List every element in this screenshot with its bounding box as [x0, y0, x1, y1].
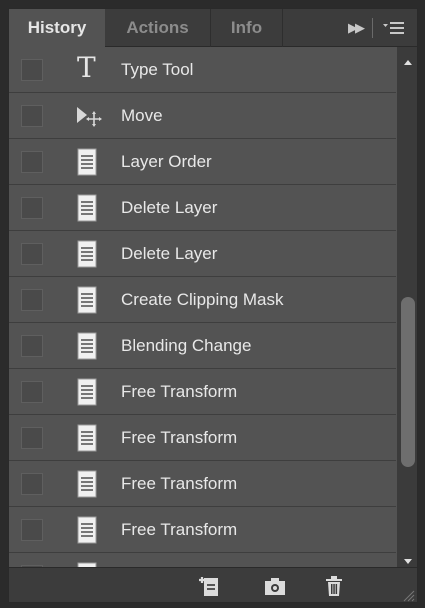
snapshot-source-checkbox[interactable]	[21, 473, 43, 495]
history-item-label: Blending Change	[121, 336, 252, 355]
resize-grip-icon[interactable]	[401, 588, 415, 602]
history-item-layer-order[interactable]: Layer Order	[9, 139, 396, 185]
new-document-icon[interactable]	[197, 574, 223, 598]
snapshot-icon[interactable]	[262, 574, 288, 598]
history-item-delete-layer[interactable]: Delete Layer	[9, 231, 396, 277]
history-state-icon	[69, 515, 105, 545]
history-item-free-transform[interactable]: Free Transform	[9, 415, 396, 461]
snapshot-source-checkbox[interactable]	[21, 427, 43, 449]
history-item-label: Outer Glow	[121, 553, 207, 567]
history-state-icon	[69, 423, 105, 453]
trash-icon[interactable]	[321, 574, 347, 598]
history-item-label: Free Transform	[121, 520, 238, 539]
history-item-label: Free Transform	[121, 474, 238, 493]
history-item-delete-layer[interactable]: Delete Layer	[9, 185, 396, 231]
snapshot-source-checkbox[interactable]	[21, 289, 43, 311]
snapshot-source-checkbox[interactable]	[21, 151, 43, 173]
history-item-create-clipping-mask[interactable]: Create Clipping Mask	[9, 277, 396, 323]
type-tool-icon: T	[77, 51, 96, 84]
history-state-icon	[69, 331, 105, 361]
snapshot-source-checkbox[interactable]	[21, 381, 43, 403]
history-item-label: Move	[121, 106, 163, 125]
snapshot-source-checkbox[interactable]	[21, 243, 43, 265]
history-item-free-transform[interactable]: Free Transform	[9, 461, 396, 507]
move-tool-icon	[69, 101, 105, 131]
panel-footer	[9, 567, 417, 602]
history-item-outer-glow[interactable]: Outer Glow	[9, 553, 396, 567]
tab-history[interactable]: History	[9, 9, 105, 48]
history-item-label: Free Transform	[121, 382, 238, 401]
history-item-free-transform[interactable]: Free Transform	[9, 369, 396, 415]
tab-info[interactable]: Info	[211, 9, 283, 47]
scroll-thumb[interactable]	[401, 297, 415, 467]
snapshot-source-checkbox[interactable]	[21, 519, 43, 541]
history-state-icon	[69, 377, 105, 407]
history-item-blending-change[interactable]: Blending Change	[9, 323, 396, 369]
vertical-scrollbar[interactable]	[397, 47, 417, 577]
history-item-label: Free Transform	[121, 428, 238, 447]
panel-menu-icon[interactable]	[377, 9, 411, 47]
history-state-icon	[69, 193, 105, 223]
snapshot-source-checkbox[interactable]	[21, 59, 43, 81]
tab-actions[interactable]: Actions	[105, 9, 211, 47]
history-item-move[interactable]: Move	[9, 93, 396, 139]
snapshot-source-checkbox[interactable]	[21, 105, 43, 127]
double-chevron-right-icon[interactable]: ▶▶	[343, 9, 367, 47]
history-item-label: Layer Order	[121, 152, 212, 171]
history-item-label: Delete Layer	[121, 198, 218, 217]
history-state-icon	[69, 285, 105, 315]
snapshot-source-checkbox[interactable]	[21, 335, 43, 357]
panel-tab-bar: History Actions Info ▶▶	[9, 9, 417, 48]
history-item-label: Type Tool	[121, 60, 194, 79]
history-item-label: Create Clipping Mask	[121, 290, 284, 309]
scroll-up-arrow-icon[interactable]	[397, 51, 417, 73]
history-state-icon	[69, 239, 105, 269]
tab-bar-divider	[372, 18, 373, 38]
history-item-free-transform[interactable]: Free Transform	[9, 507, 396, 553]
history-panel: History Actions Info ▶▶ T Type Tool Move…	[8, 8, 418, 603]
history-list: T Type Tool Move Layer Order Delete Laye…	[9, 47, 396, 567]
snapshot-source-checkbox[interactable]	[21, 197, 43, 219]
history-state-icon	[69, 147, 105, 177]
history-state-icon	[69, 469, 105, 499]
history-item-type-tool[interactable]: T Type Tool	[9, 47, 396, 93]
history-item-label: Delete Layer	[121, 244, 218, 263]
